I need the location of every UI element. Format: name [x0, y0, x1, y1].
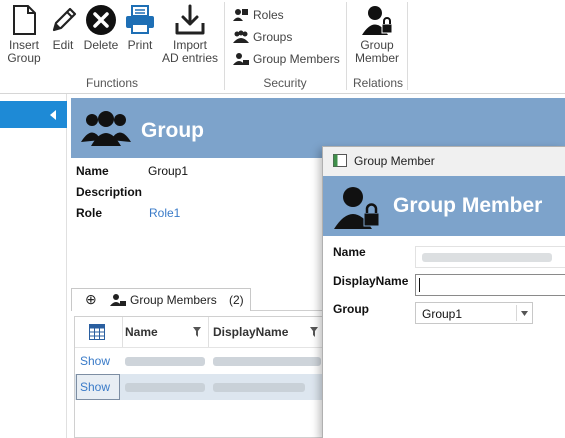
roles-label: Roles: [253, 8, 284, 22]
dialog-window-title: Group Member: [354, 154, 435, 168]
column-header-name[interactable]: Name: [123, 317, 209, 347]
dialog-displayname-label: DisplayName: [333, 274, 409, 288]
edit-label: Edit: [52, 38, 74, 52]
new-document-icon: [13, 5, 36, 35]
print-label: Print: [127, 38, 153, 52]
delete-x-icon: [86, 5, 116, 35]
group-member-lock-icon: [334, 187, 380, 229]
tab-label: Group Members: [130, 293, 217, 307]
roles-icon: [233, 9, 248, 21]
collapse-panel-bar[interactable]: [0, 101, 67, 128]
displayname-field[interactable]: [415, 274, 565, 296]
show-link[interactable]: Show: [80, 354, 110, 368]
group-member-icon: [110, 294, 126, 306]
dialog-group-label: Group: [333, 302, 369, 316]
group-people-icon: [81, 111, 131, 146]
group-member-dialog: Group Member Group Member Name DisplayNa…: [322, 146, 565, 438]
functions-group-label: Functions: [85, 76, 139, 90]
role-label: Role: [76, 206, 103, 220]
edit-button[interactable]: Edit: [48, 4, 78, 52]
delete-button[interactable]: Delete: [82, 4, 120, 52]
insert-group-label-2: Group: [7, 51, 41, 65]
name-field[interactable]: [415, 246, 565, 268]
column-displayname-label: DisplayName: [213, 325, 289, 339]
group-member-lock-icon: [362, 6, 393, 35]
tab-count: (2): [229, 293, 244, 307]
insert-group-button[interactable]: Insert Group: [4, 4, 44, 65]
import-ad-entries-button[interactable]: Import AD entries: [160, 4, 220, 65]
grid-options-header[interactable]: [75, 317, 123, 347]
redacted-name: [125, 383, 205, 392]
filter-icon[interactable]: [193, 327, 201, 337]
show-link[interactable]: Show: [80, 380, 110, 394]
import-download-icon: [175, 4, 205, 35]
groups-item[interactable]: Groups: [233, 28, 292, 46]
collapse-arrow-icon: [50, 110, 56, 120]
security-group-label: Security: [263, 76, 307, 90]
table-grid-icon: [89, 324, 105, 340]
redacted-displayname: [213, 357, 321, 366]
left-panel: [0, 94, 67, 438]
role-link[interactable]: Role1: [149, 206, 180, 220]
redacted-displayname: [213, 383, 305, 392]
dialog-name-label: Name: [333, 245, 366, 259]
printer-icon: [126, 5, 154, 34]
ribbon: Insert Group Edit Delete Print Import AD…: [0, 0, 565, 94]
roles-item[interactable]: Roles: [233, 6, 284, 24]
group-select-value: Group1: [422, 307, 463, 321]
groups-label: Groups: [253, 30, 293, 44]
name-value: Group1: [148, 164, 189, 178]
group-members-item[interactable]: Group Members: [233, 50, 340, 68]
group-select[interactable]: Group1: [415, 302, 533, 324]
group-member-relation-button[interactable]: Group Member: [352, 4, 402, 65]
ribbon-separator: [407, 2, 408, 90]
redacted-name-value: [422, 253, 552, 262]
groups-icon: [233, 30, 249, 43]
filter-icon[interactable]: [310, 327, 318, 337]
group-member-icon: [233, 53, 249, 65]
tab-group-members[interactable]: ⊕ Group Members (2): [71, 288, 251, 311]
ribbon-separator: [346, 2, 347, 90]
column-name-label: Name: [125, 325, 158, 339]
redacted-name: [125, 357, 205, 366]
chevron-down-icon[interactable]: [521, 311, 528, 316]
description-label: Description: [76, 185, 143, 199]
add-member-icon[interactable]: ⊕: [85, 291, 97, 308]
dialog-titlebar[interactable]: Group Member: [323, 147, 565, 176]
group-members-label: Group Members: [253, 52, 340, 66]
delete-label: Delete: [83, 38, 119, 52]
import-label-2: AD entries: [161, 51, 219, 65]
window-icon: [333, 154, 347, 167]
pencil-icon: [52, 7, 77, 32]
print-button[interactable]: Print: [123, 4, 157, 52]
relations-group-label: Relations: [352, 76, 404, 90]
column-header-displayname[interactable]: DisplayName: [209, 317, 325, 347]
ribbon-separator: [224, 2, 225, 90]
dialog-header-title: Group Member: [393, 194, 543, 217]
text-cursor: [419, 278, 420, 292]
group-title: Group: [141, 119, 204, 142]
name-label: Name: [76, 164, 109, 178]
select-divider: [516, 305, 517, 321]
group-member-label-2: Member: [354, 51, 399, 65]
dialog-header: Group Member: [323, 176, 565, 236]
